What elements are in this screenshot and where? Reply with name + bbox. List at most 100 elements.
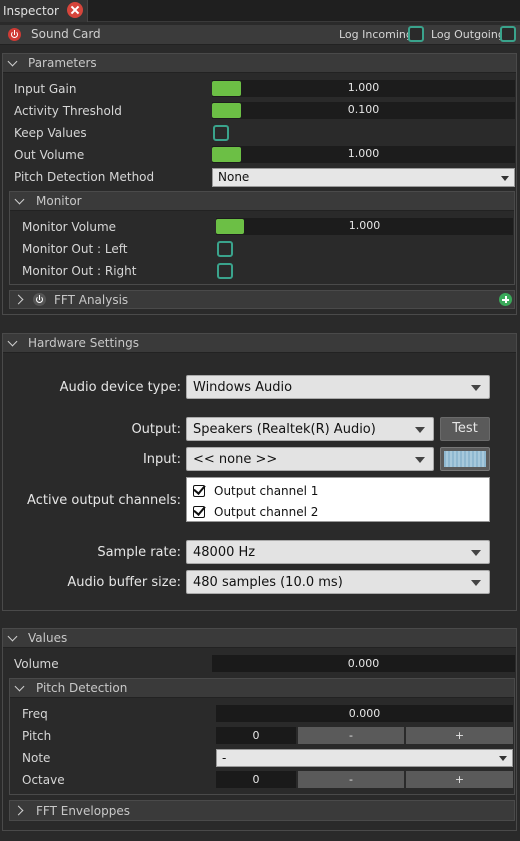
dropdown-arrow-icon [501,176,509,181]
monitor-volume-label: Monitor Volume [22,220,117,234]
device-type-select[interactable]: Windows Audio [186,375,490,399]
volume-value: 0.000 [212,655,515,672]
pitch-minus-button[interactable]: - [298,727,404,744]
dropdown-arrow-icon [471,580,481,586]
device-type-label: Audio device type: [59,380,181,395]
pitch-label: Pitch [22,729,52,743]
chevron-right-icon [13,294,24,305]
add-icon[interactable] [499,293,512,306]
monitor-out-right-checkbox[interactable] [217,263,233,279]
component-titlebar: Sound Card Log Incoming Log Outgoing [0,25,520,45]
input-value: << none >> [193,452,278,467]
pitch-plus-button[interactable]: + [406,727,513,744]
channel-label: Output channel 2 [214,505,319,519]
activity-threshold-label: Activity Threshold [14,104,122,118]
chevron-down-icon [14,681,25,692]
input-label: Input: [142,452,181,467]
checkmark-icon[interactable] [193,485,205,497]
octave-label: Octave [22,773,65,787]
channel-label: Output channel 1 [214,484,319,498]
chevron-down-icon [7,56,18,67]
channel-item[interactable]: Output channel 1 [193,482,483,500]
octave-minus-button[interactable]: - [298,771,404,788]
freq-label: Freq [22,707,48,721]
channel-item[interactable]: Output channel 2 [193,503,483,521]
tab-title: Inspector [3,4,59,18]
output-label: Output: [131,422,181,437]
volume-label: Volume [14,657,59,671]
octave-plus-button[interactable]: + [406,771,513,788]
fft-analysis-title: FFT Analysis [54,293,129,307]
chevron-down-icon [7,336,18,347]
output-select[interactable]: Speakers (Realtek(R) Audio) [186,417,434,441]
dropdown-arrow-icon [499,756,507,761]
out-volume-slider[interactable]: 1.000 [212,146,515,163]
dropdown-arrow-icon [471,385,481,391]
sample-rate-label: Sample rate: [97,545,181,560]
input-gain-label: Input Gain [14,82,77,96]
monitor-volume-value: 1.000 [348,219,381,232]
input-gain-value: 1.000 [347,81,380,94]
pitch-detection-header[interactable]: Pitch Detection [10,679,514,698]
parameters-title: Parameters [28,56,97,70]
tab-inspector[interactable]: Inspector [0,0,88,22]
pitch-method-value: None [218,170,250,184]
hardware-title: Hardware Settings [28,336,139,350]
pitch-detection-title: Pitch Detection [36,681,128,695]
checkmark-icon[interactable] [193,506,205,518]
buffer-size-value: 480 samples (10.0 ms) [193,575,343,590]
dropdown-arrow-icon [415,457,425,463]
note-value: - [222,751,227,765]
note-select[interactable]: - [216,749,513,767]
buffer-size-label: Audio buffer size: [67,575,181,590]
monitor-title: Monitor [36,194,82,208]
input-level-meter [440,447,490,471]
channels-label: Active output channels: [27,493,181,508]
activity-threshold-slider[interactable]: 0.100 [212,102,515,119]
log-outgoing-label: Log Outgoing [431,28,505,41]
device-type-value: Windows Audio [193,380,293,395]
keep-values-checkbox[interactable] [213,125,229,141]
octave-value[interactable]: 0 [216,771,296,788]
log-incoming-label: Log Incoming [339,28,413,41]
parameters-header[interactable]: Parameters [3,54,516,73]
monitor-header[interactable]: Monitor [10,192,514,211]
keep-values-label: Keep Values [14,126,87,140]
sample-rate-select[interactable]: 48000 Hz [186,540,490,564]
level-meter-bar [444,451,486,467]
channels-list: Output channel 1 Output channel 2 [186,477,490,522]
component-name: Sound Card [31,27,101,41]
monitor-out-left-label: Monitor Out : Left [22,242,128,256]
pitch-method-label: Pitch Detection Method [14,170,155,184]
chevron-down-icon [7,631,18,642]
hardware-header[interactable]: Hardware Settings [3,334,516,353]
log-outgoing-checkbox[interactable] [500,26,516,42]
note-label: Note [22,751,51,765]
chevron-right-icon [13,805,24,816]
test-button[interactable]: Test [440,417,490,441]
input-select[interactable]: << none >> [186,447,434,471]
values-title: Values [28,631,68,645]
monitor-out-right-label: Monitor Out : Right [22,264,137,278]
out-volume-label: Out Volume [14,148,85,162]
input-gain-slider[interactable]: 1.000 [212,80,515,97]
dropdown-arrow-icon [415,427,425,433]
output-value: Speakers (Realtek(R) Audio) [193,422,376,437]
chevron-down-icon [14,194,25,205]
monitor-volume-slider[interactable]: 1.000 [216,218,513,235]
log-incoming-checkbox[interactable] [408,26,424,42]
sample-rate-value: 48000 Hz [193,545,256,560]
freq-value: 0.000 [216,705,513,722]
fft-enveloppes-header[interactable]: FFT Enveloppes [9,800,515,821]
power-icon[interactable] [33,293,46,306]
buffer-size-select[interactable]: 480 samples (10.0 ms) [186,570,490,594]
close-icon[interactable] [67,2,83,18]
pitch-method-select[interactable]: None [212,168,515,187]
power-icon[interactable] [8,28,21,41]
fft-analysis-header[interactable]: FFT Analysis [9,290,515,309]
values-header[interactable]: Values [3,629,516,648]
pitch-value[interactable]: 0 [216,727,296,744]
monitor-out-left-checkbox[interactable] [217,241,233,257]
out-volume-value: 1.000 [347,147,380,160]
dropdown-arrow-icon [471,550,481,556]
